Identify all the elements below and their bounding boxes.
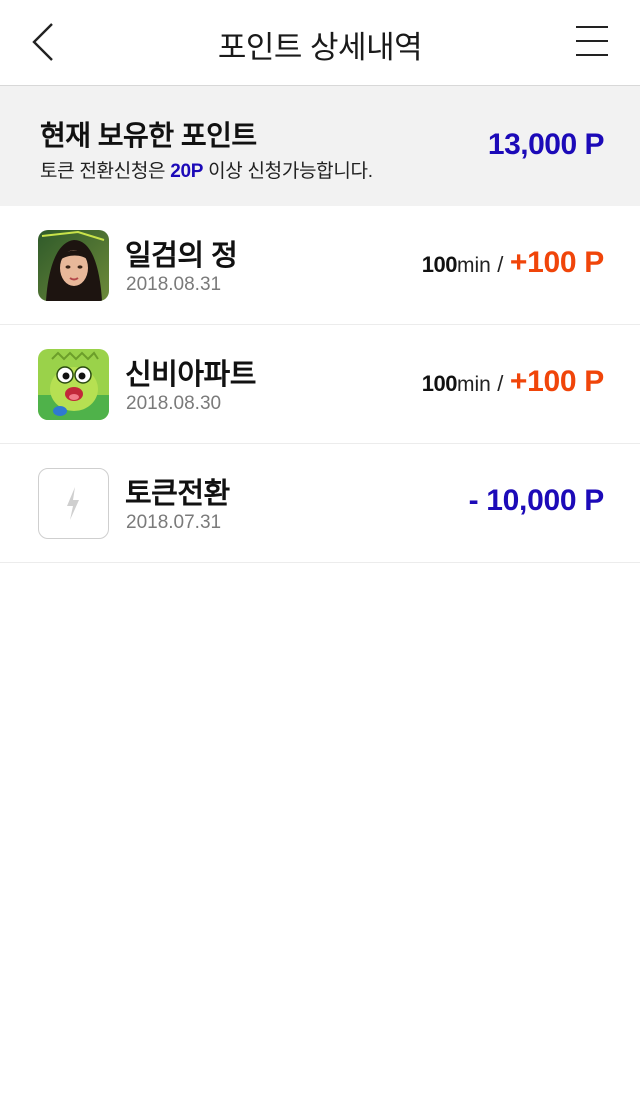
summary-note: 토큰 전환신청은 20P 이상 신청가능합니다.: [40, 156, 373, 183]
game-thumbnail-woman-icon: [38, 230, 109, 301]
hamburger-menu-icon: [576, 26, 608, 28]
duration-unit: min: [457, 373, 491, 396]
item-points-info: 100min / +100 P: [421, 365, 605, 399]
separator: /: [497, 252, 504, 277]
list-item[interactable]: 신비아파트 2018.08.30 100min / +100 P: [0, 325, 640, 444]
item-name: 토큰전환: [125, 478, 230, 510]
token-thumbnail: [38, 468, 109, 539]
item-date: 2018.08.31: [126, 274, 222, 295]
points-history-list: 일검의 정 2018.08.31 100min / +100 P 신비아파트 2…: [0, 206, 640, 563]
points-summary: 현재 보유한 포인트 토큰 전환신청은 20P 이상 신청가능합니다. 13,0…: [0, 86, 640, 206]
duration-unit: min: [457, 254, 491, 277]
page-title: 포인트 상세내역: [217, 30, 423, 65]
item-points-info: 100min / +100 P: [421, 246, 605, 280]
item-points-info: - 10,000 P: [468, 484, 605, 518]
item-date: 2018.07.31: [126, 512, 222, 533]
item-name: 일검의 정: [125, 240, 238, 272]
app-header: 포인트 상세내역: [0, 0, 640, 86]
item-date: 2018.08.30: [126, 393, 222, 414]
note-suffix: 이상 신청가능합니다.: [203, 161, 373, 182]
summary-title: 현재 보유한 포인트: [40, 120, 257, 151]
spent-points: - 10,000 P: [468, 484, 605, 517]
duration-value: 100: [421, 371, 458, 396]
duration-value: 100: [421, 252, 458, 277]
note-min-points: 20P: [170, 161, 204, 182]
list-item[interactable]: 토큰전환 2018.07.31 - 10,000 P: [0, 444, 640, 563]
menu-button[interactable]: [572, 22, 612, 60]
separator: /: [497, 371, 504, 396]
list-item[interactable]: 일검의 정 2018.08.31 100min / +100 P: [0, 206, 640, 325]
earned-points: +100 P: [509, 246, 604, 279]
item-name: 신비아파트: [125, 359, 256, 391]
note-prefix: 토큰 전환신청은: [40, 161, 171, 182]
lightning-bolt-icon: [67, 487, 79, 520]
game-thumbnail-goblin-icon: [38, 349, 109, 420]
earned-points: +100 P: [509, 365, 604, 398]
current-points: 13,000 P: [487, 128, 605, 161]
